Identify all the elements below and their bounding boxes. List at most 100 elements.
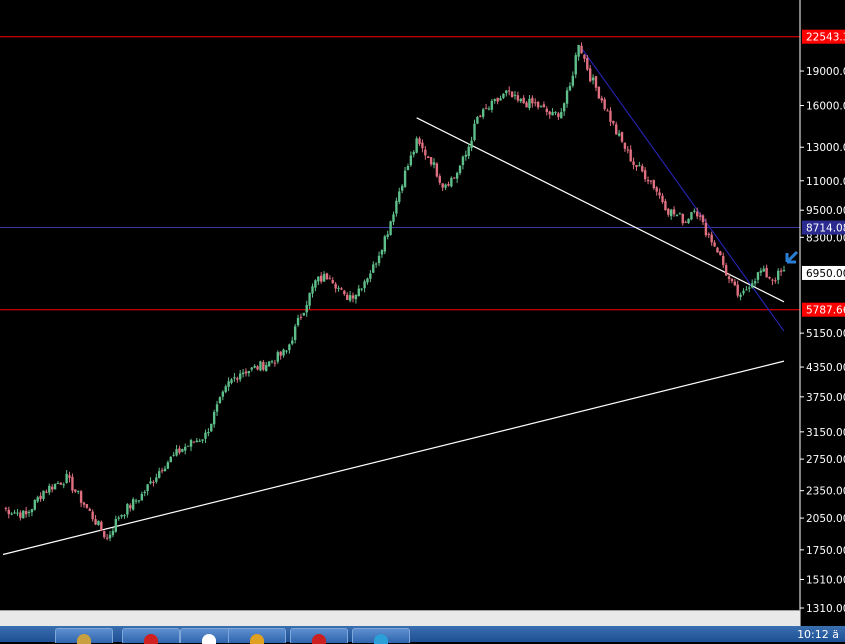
candle-body: [100, 521, 103, 531]
taskbar-button[interactable]: [55, 628, 113, 644]
y-tick-label: 2350.00: [806, 486, 845, 498]
candle-body: [557, 113, 560, 117]
candle-body: [534, 102, 537, 104]
candle-body: [126, 503, 129, 515]
taskbar-button[interactable]: [290, 628, 348, 644]
candle-body: [490, 100, 494, 110]
candle-body: [363, 281, 366, 289]
candle-body: [753, 281, 757, 284]
candle-body: [398, 191, 401, 202]
candle-body: [374, 263, 378, 265]
telegram-icon: [374, 634, 388, 644]
candle-body: [600, 98, 603, 101]
candle-body: [632, 161, 635, 165]
candle-body: [27, 511, 31, 514]
candle-body: [652, 180, 656, 189]
window-icon: [77, 634, 91, 644]
candle-body: [716, 247, 719, 253]
candle-body: [641, 165, 644, 172]
candle-body: [745, 289, 748, 291]
candle-body: [609, 110, 612, 122]
candle-body: [111, 530, 115, 536]
candle-body: [756, 272, 760, 280]
candle-body: [539, 105, 543, 107]
candle-body: [588, 68, 592, 82]
candle-body: [383, 236, 387, 252]
candle-body: [510, 91, 514, 98]
candle-body: [574, 55, 577, 75]
candle-body: [97, 520, 100, 526]
candle-body: [643, 170, 647, 180]
candle-body: [768, 277, 771, 279]
candle-body: [771, 279, 774, 281]
candle-body: [418, 138, 421, 144]
candle-body: [253, 365, 256, 368]
candle-body: [169, 456, 172, 463]
candle-body: [722, 255, 725, 266]
candle-body: [186, 445, 190, 447]
candle-body: [733, 281, 737, 286]
candle-body: [739, 294, 742, 297]
candle-body: [337, 287, 340, 289]
candle-body: [265, 365, 268, 371]
candle-body: [505, 90, 508, 94]
candle-body: [56, 483, 60, 485]
candle-body: [48, 485, 51, 493]
candle-body: [143, 491, 146, 494]
candle-body: [247, 371, 251, 374]
candle-body: [427, 156, 430, 158]
candle-body: [218, 397, 222, 404]
candle-body: [129, 505, 132, 509]
candle-body: [4, 507, 8, 509]
candle-body: [270, 361, 274, 363]
candle-body: [16, 512, 19, 514]
candle-body: [438, 176, 441, 183]
candle-body: [88, 508, 91, 511]
candle-body: [658, 192, 661, 196]
candle-body: [77, 490, 80, 492]
candle-body: [140, 493, 144, 501]
price-badge-label: 8714.08: [806, 223, 845, 235]
y-tick-label: 9500.00: [806, 205, 845, 217]
horizontal-scrollbar[interactable]: [0, 610, 800, 627]
candle-body: [42, 490, 45, 499]
candle-body: [117, 517, 120, 519]
candle-body: [774, 280, 777, 282]
candle-body: [322, 274, 326, 282]
candle-body: [273, 362, 277, 364]
candle-body: [302, 312, 306, 316]
candle-body: [782, 270, 786, 272]
candle-body: [19, 512, 22, 518]
y-tick-label: 2050.00: [806, 513, 845, 525]
candle-body: [224, 386, 227, 393]
candle-body: [473, 123, 476, 140]
candle-body: [496, 97, 499, 102]
candle-body: [172, 454, 175, 456]
candle-body: [158, 471, 161, 478]
candle-body: [400, 185, 404, 191]
candle-body: [727, 276, 731, 280]
price-badge-label: 5787.66: [806, 305, 845, 317]
candle-body: [82, 502, 86, 505]
candle-body: [340, 288, 343, 290]
taskbar-button[interactable]: [228, 628, 286, 644]
candle-body: [276, 352, 279, 362]
candle-body: [230, 379, 233, 383]
candle-body: [560, 111, 563, 119]
candle-body: [698, 215, 702, 217]
candle-body: [777, 270, 780, 280]
candle-body: [108, 534, 112, 539]
price-badge-label: 6950.00: [806, 268, 845, 280]
candle-body: [444, 184, 447, 188]
candle-body: [74, 489, 77, 492]
taskbar-button[interactable]: [352, 628, 410, 644]
candle-body: [282, 349, 285, 356]
candle-body: [719, 251, 722, 256]
candle-body: [68, 475, 71, 478]
candle-body: [166, 462, 170, 469]
candle-body: [615, 124, 618, 135]
taskbar-button[interactable]: [122, 628, 180, 644]
candle-body: [638, 165, 641, 167]
candle-body: [522, 97, 525, 104]
candle-body: [678, 213, 682, 215]
